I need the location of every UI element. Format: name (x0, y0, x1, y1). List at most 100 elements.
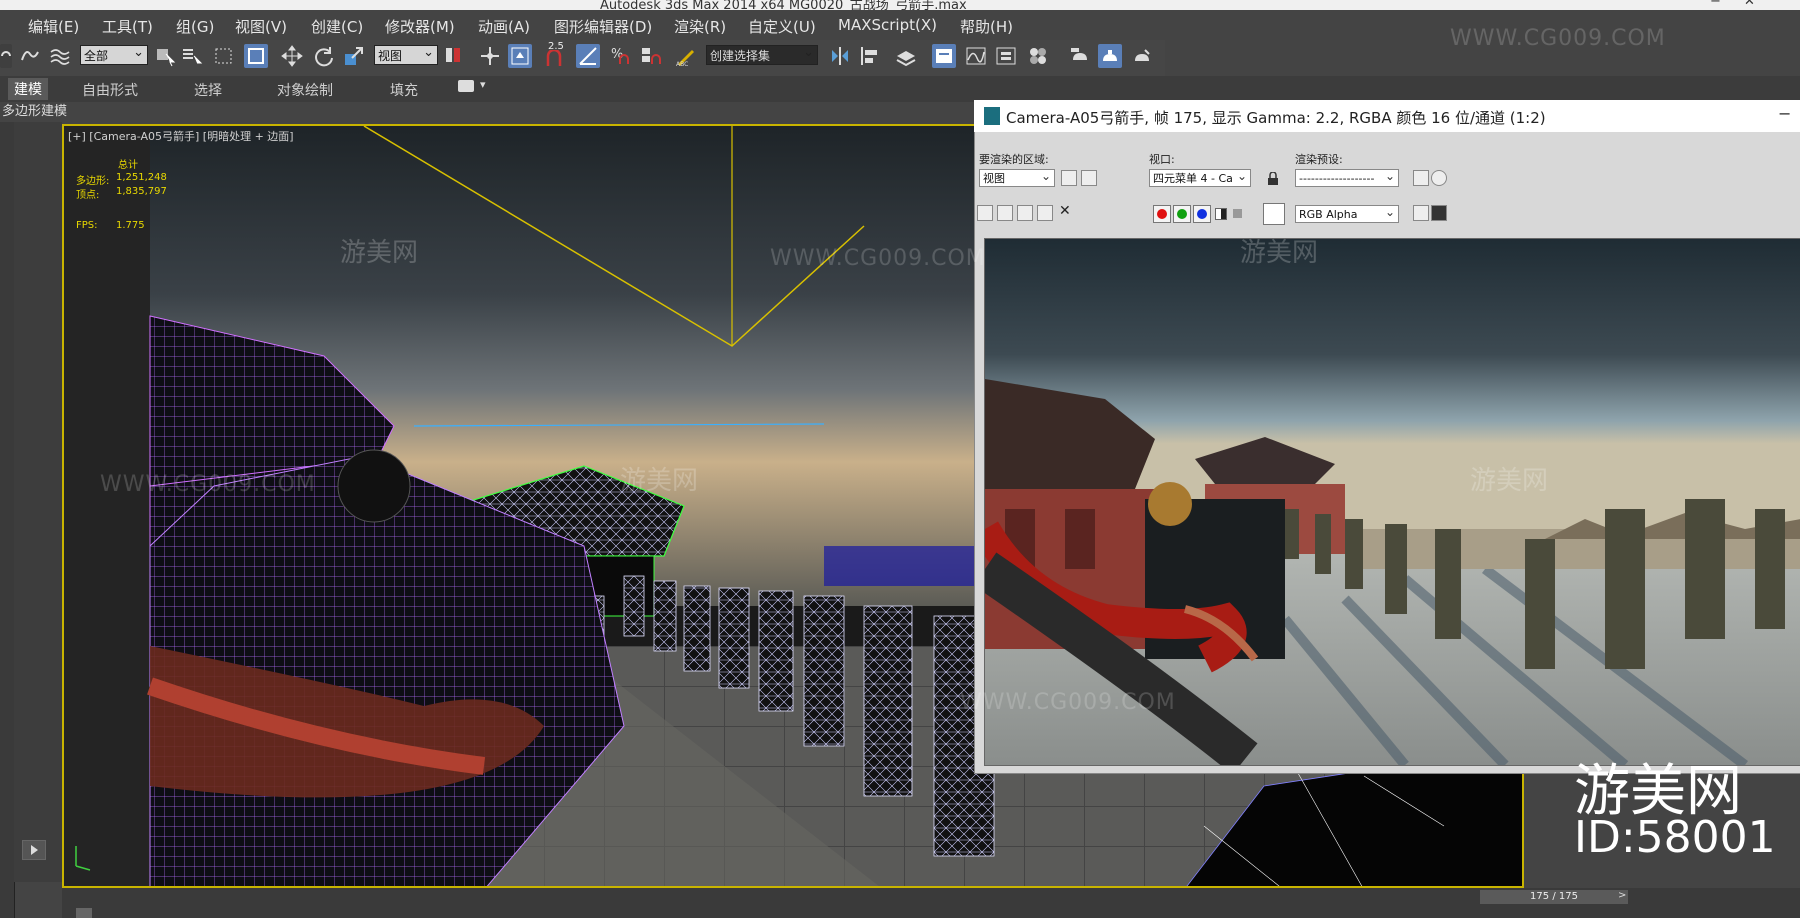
menu-edit[interactable]: 编辑(E) (28, 16, 79, 37)
render-area-dropdown[interactable]: 视图 (979, 167, 1055, 187)
monochrome-icon[interactable] (1233, 209, 1242, 218)
brand-id-text: ID:58001 (1574, 812, 1776, 863)
selection-filter-dropdown[interactable]: 全部 (80, 43, 148, 65)
watermark-logo-text: 游美网 (340, 238, 419, 268)
auto-region-icon[interactable] (1081, 170, 1097, 186)
schematic-view-icon[interactable] (994, 44, 1018, 68)
bind-space-warp-icon[interactable] (48, 44, 72, 68)
percent-snap-icon[interactable]: % (608, 44, 632, 68)
render-setup-small-icon[interactable] (1413, 170, 1429, 186)
menu-create[interactable]: 创建(C) (311, 16, 363, 37)
clone-frame-window-icon[interactable] (1017, 205, 1033, 221)
viewport-side-panel (14, 122, 62, 882)
green-channel-toggle[interactable] (1173, 205, 1191, 223)
close-icon[interactable]: ✕ (1744, 0, 1755, 9)
ribbon-options-icon[interactable] (458, 80, 474, 92)
spinner-snap-icon[interactable] (638, 44, 662, 68)
rendered-frame-window-icon[interactable] (1098, 44, 1122, 68)
watermark-logo-text: 游美网 (1470, 466, 1549, 496)
layer-manager-icon[interactable] (894, 44, 918, 68)
tab-selection[interactable]: 选择 (194, 80, 222, 100)
chevron-down-icon[interactable]: ▾ (480, 78, 486, 91)
display-channel-dropdown[interactable]: RGB Alpha (1295, 203, 1399, 223)
stat-fps-value: 1.775 (116, 220, 145, 231)
minimize-icon[interactable]: − (1710, 0, 1721, 9)
menu-animation[interactable]: 动画(A) (478, 16, 530, 37)
menu-tools[interactable]: 工具(T) (102, 16, 153, 37)
minimize-icon[interactable]: − (1778, 104, 1791, 123)
mirror-icon[interactable] (828, 44, 852, 68)
stat-poly-value: 1,251,248 (116, 172, 167, 183)
polygon-modeling-label[interactable]: 多边形建模 (0, 102, 74, 122)
menu-help[interactable]: 帮助(H) (960, 16, 1013, 37)
print-image-icon[interactable] (1037, 205, 1053, 221)
use-pivot-center-icon[interactable] (442, 44, 466, 68)
lock-icon[interactable] (1267, 171, 1279, 185)
viewport-dropdown[interactable]: 四元菜单 4 - Ca (1149, 167, 1251, 187)
viewport-statistics: 总计 多边形: 1,251,248 顶点: 1,835,797 FPS: 1.7… (62, 148, 167, 238)
edit-named-selection-icon[interactable]: ABC (674, 44, 698, 68)
keyboard-shortcut-override-icon[interactable] (508, 44, 532, 68)
window-title-bar: Autodesk 3ds Max 2014 x64 MG0020_古战场_弓箭手… (0, 0, 1800, 10)
reference-coordinate-dropdown[interactable]: 视图 (374, 43, 438, 65)
save-image-icon[interactable] (977, 205, 993, 221)
tab-object-paint[interactable]: 对象绘制 (277, 80, 333, 100)
frame-counter[interactable]: 175 / 175 (1480, 890, 1628, 904)
named-selection-sets-dropdown[interactable]: 创建选择集 (706, 43, 818, 65)
clear-icon[interactable]: ✕ (1059, 203, 1071, 219)
menu-customize[interactable]: 自定义(U) (748, 16, 816, 37)
render-preset-dropdown[interactable]: ------------------- (1295, 167, 1399, 187)
toggle-ui-icon[interactable] (1431, 205, 1447, 221)
watermark-url: WWW.CG009.COM (770, 246, 986, 271)
render-production-icon[interactable] (1130, 44, 1154, 68)
rotate-icon[interactable] (312, 44, 336, 68)
svg-text:ABC: ABC (676, 61, 688, 68)
menu-group[interactable]: 组(G) (176, 16, 214, 37)
toggle-ui-overlay-icon[interactable] (1413, 205, 1429, 221)
menu-modifiers[interactable]: 修改器(M) (385, 16, 455, 37)
left-tool-strip (0, 122, 15, 918)
copy-image-icon[interactable] (997, 205, 1013, 221)
menu-views[interactable]: 视图(V) (235, 16, 287, 37)
menu-rendering[interactable]: 渲染(R) (674, 16, 726, 37)
menu-graph-editors[interactable]: 图形编辑器(D) (554, 16, 652, 37)
render-area-label: 要渲染的区域: (979, 153, 1049, 166)
render-setup-icon[interactable] (1068, 44, 1092, 68)
alpha-channel-icon[interactable] (1215, 208, 1227, 220)
scale-icon[interactable] (342, 44, 366, 68)
next-frame-button[interactable]: > (1618, 890, 1626, 901)
background-color-swatch[interactable] (1263, 203, 1285, 225)
render-preset-label: 渲染预设: (1295, 153, 1343, 166)
material-editor-icon[interactable] (1026, 44, 1050, 68)
move-icon[interactable] (280, 44, 304, 68)
red-channel-toggle[interactable] (1153, 205, 1171, 223)
stat-fps-label: FPS: (76, 220, 98, 231)
unlink-icon[interactable] (18, 44, 42, 68)
viewport-label[interactable]: [+] [Camera-A05弓箭手] [明暗处理 + 边面] (68, 128, 294, 144)
select-and-manipulate-icon[interactable] (478, 44, 502, 68)
play-arrow-icon[interactable] (22, 840, 46, 860)
window-crossing-icon[interactable] (244, 44, 268, 68)
viewport-label-text: 视口: (1149, 153, 1175, 166)
select-object-icon[interactable] (154, 44, 178, 68)
angle-snap-icon[interactable] (576, 44, 600, 68)
watermark-url: WWW.CG009.COM (960, 690, 1176, 715)
blue-channel-toggle[interactable] (1193, 205, 1211, 223)
rectangular-selection-icon[interactable] (212, 44, 236, 68)
mini-listener-icon[interactable] (76, 908, 92, 918)
snaps-toggle-icon[interactable] (544, 48, 564, 70)
curve-editor-icon[interactable] (964, 44, 988, 68)
tab-populate[interactable]: 填充 (390, 80, 418, 100)
3dsmax-logo-icon (984, 107, 1000, 125)
tab-freeform[interactable]: 自由形式 (82, 80, 138, 100)
link-icon[interactable] (0, 44, 12, 68)
stat-vert-value: 1,835,797 (116, 186, 167, 197)
scene-explorer-icon[interactable] (932, 44, 956, 68)
environment-effects-icon[interactable] (1431, 170, 1447, 186)
select-by-name-icon[interactable] (180, 44, 204, 68)
edit-region-icon[interactable] (1061, 170, 1077, 186)
ribbon-tabs: 建模 自由形式 选择 对象绘制 填充 ▾ (0, 76, 1800, 102)
tab-modeling[interactable]: 建模 (8, 78, 48, 100)
align-icon[interactable] (858, 44, 882, 68)
menu-maxscript[interactable]: MAXScript(X) (838, 16, 937, 34)
